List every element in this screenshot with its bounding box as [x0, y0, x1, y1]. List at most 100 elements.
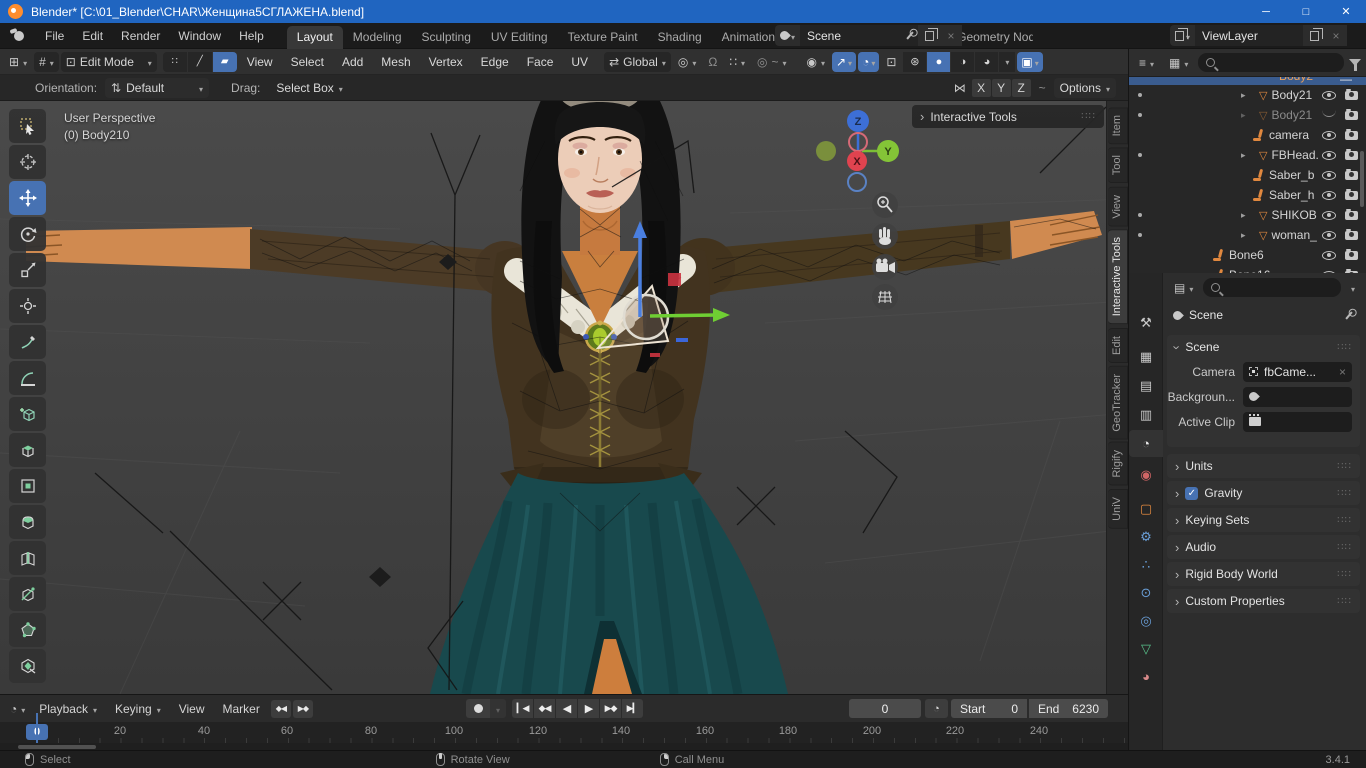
viewport-render-toggle[interactable]: ▣: [1017, 52, 1042, 72]
tab-constraints-icon[interactable]: ◎: [1129, 607, 1163, 634]
disable-render-icon[interactable]: [1345, 191, 1358, 200]
menu-window[interactable]: Window: [169, 23, 230, 49]
end-frame-field[interactable]: End6230: [1029, 699, 1108, 718]
maximize-button[interactable]: □: [1286, 0, 1326, 23]
units-panel[interactable]: Units: [1167, 454, 1360, 478]
hide-eye-icon[interactable]: [1322, 151, 1336, 160]
jump-to-end-button[interactable]: ▶▎: [622, 699, 643, 718]
gravity-panel[interactable]: Gravity: [1167, 481, 1360, 505]
tab-object-data-icon[interactable]: ▽: [1129, 635, 1163, 662]
auto-keying-button[interactable]: [466, 699, 490, 718]
tool-extrude-region[interactable]: [9, 433, 46, 467]
mirror-y-button[interactable]: Y: [992, 79, 1011, 97]
use-preview-range-button[interactable]: ◔: [925, 699, 948, 718]
disable-render-icon[interactable]: [1345, 211, 1358, 220]
tab-tool-icon[interactable]: ⚒: [1129, 309, 1163, 336]
tab-modeling[interactable]: Modeling: [343, 26, 412, 49]
tab-output-icon[interactable]: ▤: [1129, 372, 1163, 399]
scene-panel-header[interactable]: Scene: [1167, 335, 1360, 359]
wireframe-shading-button[interactable]: ⊛: [903, 52, 926, 72]
expand-icon[interactable]: [1241, 210, 1246, 221]
outliner-search-input[interactable]: [1198, 53, 1344, 72]
drag-grip-icon[interactable]: [1337, 461, 1352, 472]
jump-to-start-button[interactable]: ▎◀: [512, 699, 533, 718]
gravity-checkbox[interactable]: [1185, 487, 1198, 500]
jump-prev-keyframe-button[interactable]: ◆◀: [271, 700, 291, 718]
disable-render-icon[interactable]: [1345, 171, 1358, 180]
background-scene-field[interactable]: [1243, 387, 1352, 407]
menu-keying[interactable]: Keying: [106, 702, 170, 716]
hidden-eye-icon[interactable]: [1322, 110, 1336, 117]
outliner-row[interactable]: Bone6: [1129, 245, 1366, 265]
scene-name-field[interactable]: Scene: [800, 25, 918, 46]
start-frame-field[interactable]: Start0: [951, 699, 1027, 718]
outliner-row[interactable]: SHIKOB: [1129, 205, 1366, 225]
properties-search-input[interactable]: [1203, 278, 1341, 297]
outliner-row[interactable]: Body21: [1129, 85, 1366, 105]
next-keyframe-button[interactable]: ▶◆: [600, 699, 621, 718]
remove-viewlayer-button[interactable]: [1325, 25, 1347, 46]
clear-camera-icon[interactable]: [1339, 365, 1346, 379]
3d-viewport[interactable]: Z Y X User Perspective: [0, 101, 1128, 694]
rendered-shading-button[interactable]: ◕: [975, 52, 998, 72]
menu-help[interactable]: Help: [230, 23, 273, 49]
outliner-row[interactable]: Body21: [1129, 105, 1366, 125]
horizontal-scrollbar[interactable]: [18, 745, 96, 749]
jump-next-keyframe-button[interactable]: ▶◆: [293, 700, 313, 718]
menu-edge[interactable]: Edge: [473, 55, 517, 69]
editor-type-button[interactable]: ⊞: [4, 52, 32, 72]
sidebar-tab-item[interactable]: Item: [1108, 107, 1128, 144]
keying-sets-panel[interactable]: Keying Sets: [1167, 508, 1360, 532]
vertex-select-button[interactable]: ∷: [163, 52, 187, 72]
scene-browse-button[interactable]: [775, 25, 800, 46]
tab-render-icon[interactable]: ▦: [1129, 343, 1163, 370]
tool-poly-build[interactable]: [9, 613, 46, 647]
menu-add[interactable]: Add: [334, 55, 371, 69]
audio-panel[interactable]: Audio: [1167, 535, 1360, 559]
outliner-row[interactable]: Saber_b: [1129, 165, 1366, 185]
sidebar-tab-rigify[interactable]: Rigify: [1108, 442, 1128, 486]
tool-annotate[interactable]: [9, 325, 46, 359]
menu-select[interactable]: Select: [283, 55, 332, 69]
pivot-point-dropdown[interactable]: ◎: [673, 52, 702, 72]
menu-render[interactable]: Render: [112, 23, 169, 49]
tool-loop-cut[interactable]: [9, 541, 46, 575]
new-viewlayer-button[interactable]: [1303, 25, 1325, 46]
menu-edit[interactable]: Edit: [73, 23, 112, 49]
edge-select-button[interactable]: ╱: [188, 52, 212, 72]
outliner-scrollbar[interactable]: [1360, 151, 1364, 207]
interactive-tools-panel-header[interactable]: Interactive Tools: [912, 105, 1104, 128]
face-select-button[interactable]: ▰: [213, 52, 237, 72]
rigid-body-world-panel[interactable]: Rigid Body World: [1167, 562, 1360, 586]
outliner-display-mode-dropdown[interactable]: ≡: [1134, 53, 1159, 73]
options-dropdown[interactable]: Options: [1054, 78, 1116, 98]
tab-object-icon[interactable]: ▢: [1129, 495, 1163, 522]
menu-vertex[interactable]: Vertex: [421, 55, 471, 69]
outliner-row[interactable]: camera: [1129, 125, 1366, 145]
timeline-ruler[interactable]: 0 20 40 60 80 100 120 140 160 180 200 22…: [0, 722, 1128, 743]
menu-playback[interactable]: Playback: [30, 702, 106, 716]
disable-render-icon[interactable]: [1345, 111, 1358, 120]
new-scene-button[interactable]: [918, 25, 940, 46]
pin-icon[interactable]: [906, 31, 913, 39]
drag-grip-icon[interactable]: [1337, 515, 1352, 526]
sidebar-tab-interactive-tools[interactable]: Interactive Tools: [1108, 229, 1128, 324]
menu-timeline-view[interactable]: View: [170, 702, 214, 716]
timeline-editor-type-button[interactable]: ◔: [5, 699, 30, 719]
expand-icon[interactable]: [1241, 230, 1246, 241]
blender-menu-icon[interactable]: [10, 29, 28, 43]
unlink-scene-button[interactable]: [940, 25, 962, 46]
drag-grip-icon[interactable]: [1337, 569, 1352, 580]
sidebar-tab-univ[interactable]: UniV: [1108, 489, 1128, 529]
play-reverse-button[interactable]: ◀: [556, 699, 577, 718]
xray-toggle[interactable]: ⊡: [881, 52, 901, 72]
properties-options-button[interactable]: [1346, 278, 1360, 298]
snap-with-dropdown[interactable]: ∷: [724, 52, 750, 72]
tab-modifiers-icon[interactable]: ⚙: [1129, 523, 1163, 550]
tab-scene-icon[interactable]: ◔: [1129, 430, 1163, 457]
tool-add-cube[interactable]: [9, 397, 46, 431]
disable-render-icon[interactable]: [1345, 151, 1358, 160]
tool-move[interactable]: [9, 181, 46, 215]
menu-file[interactable]: File: [36, 23, 73, 49]
outliner-row[interactable]: Saber_h: [1129, 185, 1366, 205]
